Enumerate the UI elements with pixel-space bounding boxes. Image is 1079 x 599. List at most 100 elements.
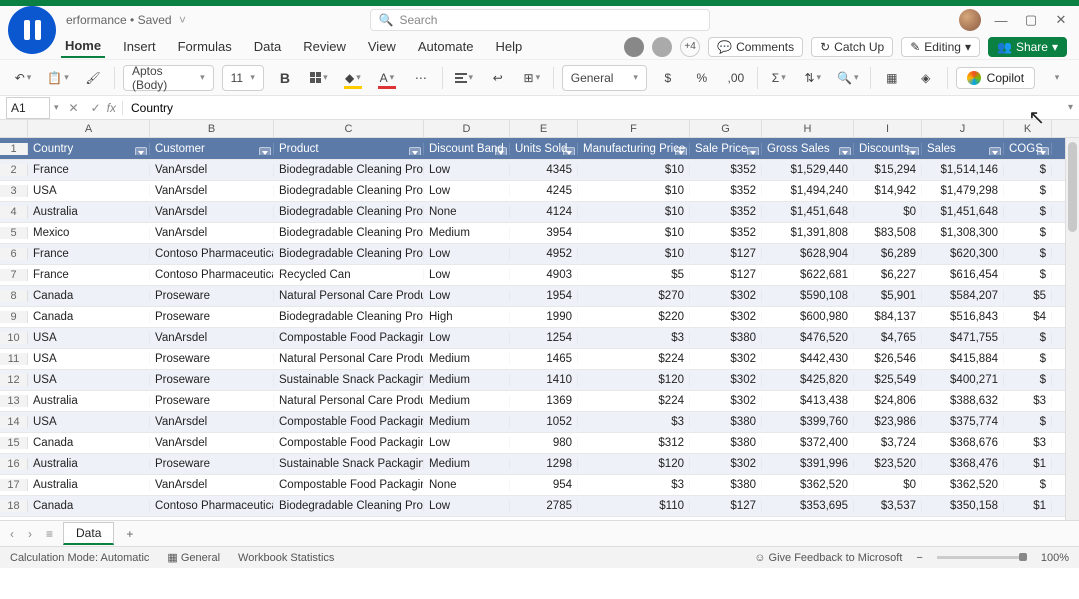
zoom-level[interactable]: 100% (1041, 552, 1069, 564)
cell[interactable]: $399,760 (762, 416, 854, 428)
cell[interactable]: $616,454 (922, 269, 1004, 281)
cell[interactable]: Low (424, 332, 510, 344)
cell[interactable]: $3,537 (854, 500, 922, 512)
cell[interactable]: $23,520 (854, 458, 922, 470)
bold-button[interactable]: B (272, 65, 298, 91)
cell[interactable]: 954 (510, 479, 578, 491)
zoom-out-button[interactable]: − (916, 552, 922, 564)
cell[interactable]: $120 (578, 458, 690, 470)
cell[interactable]: $10 (578, 164, 690, 176)
cell[interactable]: $362,520 (762, 479, 854, 491)
cell[interactable]: $302 (690, 395, 762, 407)
cell[interactable]: USA (28, 353, 150, 365)
fx-icon[interactable]: fx (107, 101, 123, 115)
add-sheet-button[interactable]: + (120, 527, 139, 541)
cell[interactable]: $ (1004, 248, 1052, 260)
cell[interactable]: Australia (28, 458, 150, 470)
cell[interactable]: $628,904 (762, 248, 854, 260)
comments-button[interactable]: 💬 Comments (708, 37, 803, 57)
cell[interactable]: $26,546 (854, 353, 922, 365)
cell[interactable]: Low (424, 248, 510, 260)
row-header[interactable]: 14 (0, 416, 28, 428)
table-row[interactable]: 3USAVanArsdelBiodegradable Cleaning Prod… (0, 181, 1079, 202)
find-button[interactable]: 🔍▾ (834, 65, 862, 91)
cell[interactable]: $3 (578, 332, 690, 344)
filter-icon[interactable] (259, 147, 271, 155)
currency-button[interactable]: $ (655, 65, 681, 91)
copilot-button[interactable]: Copilot (956, 67, 1035, 89)
cell[interactable]: 3954 (510, 227, 578, 239)
sheet-nav-all[interactable]: ≡ (42, 527, 57, 541)
table-row[interactable]: 10USAVanArsdelCompostable Food Packaging… (0, 328, 1079, 349)
col-header[interactable]: G (690, 120, 762, 137)
table-row[interactable]: 9CanadaProsewareBiodegradable Cleaning P… (0, 307, 1079, 328)
cell[interactable]: Low (424, 290, 510, 302)
cell[interactable]: Compostable Food Packaging (274, 332, 424, 344)
cell[interactable]: High (424, 311, 510, 323)
cell[interactable]: Canada (28, 437, 150, 449)
cell[interactable]: $ (1004, 269, 1052, 281)
row-header[interactable]: 1 (0, 143, 28, 155)
cell[interactable]: $14,942 (854, 185, 922, 197)
cell[interactable]: USA (28, 332, 150, 344)
cell[interactable]: $224 (578, 395, 690, 407)
catchup-button[interactable]: ↻ Catch Up (811, 37, 893, 57)
cell[interactable]: $3 (578, 479, 690, 491)
cell[interactable]: $352 (690, 206, 762, 218)
cell[interactable]: $6,289 (854, 248, 922, 260)
name-box[interactable]: A1 (6, 97, 50, 119)
cell[interactable]: Low (424, 164, 510, 176)
cell[interactable]: $413,438 (762, 395, 854, 407)
cell[interactable]: 1052 (510, 416, 578, 428)
autosum-button[interactable]: Σ▾ (766, 65, 792, 91)
cell[interactable]: $24,806 (854, 395, 922, 407)
cell[interactable]: $1 (1004, 458, 1052, 470)
cell[interactable]: Proseware (150, 374, 274, 386)
font-color-button[interactable]: A▾ (374, 65, 400, 91)
row-header[interactable]: 3 (0, 185, 28, 197)
col-header[interactable]: J (922, 120, 1004, 137)
cell[interactable]: $10 (578, 248, 690, 260)
cell[interactable]: 1990 (510, 311, 578, 323)
cell[interactable]: $120 (578, 374, 690, 386)
cell[interactable]: $110 (578, 500, 690, 512)
tab-review[interactable]: Review (299, 36, 350, 57)
table-row[interactable]: 12USAProsewareSustainable Snack Packagin… (0, 370, 1079, 391)
row-header[interactable]: 16 (0, 458, 28, 470)
ribbon-expand-button[interactable]: ▾ (1043, 65, 1069, 91)
cell[interactable]: $ (1004, 227, 1052, 239)
collab-avatar-1[interactable] (624, 37, 644, 57)
table-header-cell[interactable]: Discounts (854, 143, 922, 155)
undo-button[interactable]: ↶▾ (10, 65, 36, 91)
row-header[interactable]: 4 (0, 206, 28, 218)
row-header[interactable]: 10 (0, 332, 28, 344)
col-header[interactable]: F (578, 120, 690, 137)
sort-filter-button[interactable]: ⇅▾ (800, 65, 826, 91)
cell[interactable]: $23,986 (854, 416, 922, 428)
cell[interactable]: $1,479,298 (922, 185, 1004, 197)
font-size-select[interactable]: 11▾ (222, 65, 264, 91)
cell[interactable]: VanArsdel (150, 164, 274, 176)
row-header[interactable]: 5 (0, 227, 28, 239)
cell[interactable]: $471,755 (922, 332, 1004, 344)
cell[interactable]: Natural Personal Care Products (274, 395, 424, 407)
cell[interactable]: $270 (578, 290, 690, 302)
paste-button[interactable]: 📋▾ (44, 65, 72, 91)
row-header[interactable]: 13 (0, 395, 28, 407)
cell[interactable]: $15,294 (854, 164, 922, 176)
number-format-select[interactable]: General▾ (562, 65, 647, 91)
cell[interactable]: Medium (424, 374, 510, 386)
cell[interactable]: 4124 (510, 206, 578, 218)
cell[interactable]: $0 (854, 479, 922, 491)
doc-title-chevron[interactable]: ˅ (179, 13, 186, 27)
col-header[interactable]: B (150, 120, 274, 137)
cell[interactable]: $312 (578, 437, 690, 449)
cell[interactable]: VanArsdel (150, 437, 274, 449)
cell[interactable]: Medium (424, 353, 510, 365)
close-button[interactable]: ✕ (1051, 12, 1071, 28)
table-header-cell[interactable]: Country (28, 143, 150, 155)
cell[interactable]: $380 (690, 332, 762, 344)
col-header[interactable]: H (762, 120, 854, 137)
cell[interactable]: $1 (1004, 500, 1052, 512)
cell[interactable]: Contoso Pharmaceuticals (150, 269, 274, 281)
